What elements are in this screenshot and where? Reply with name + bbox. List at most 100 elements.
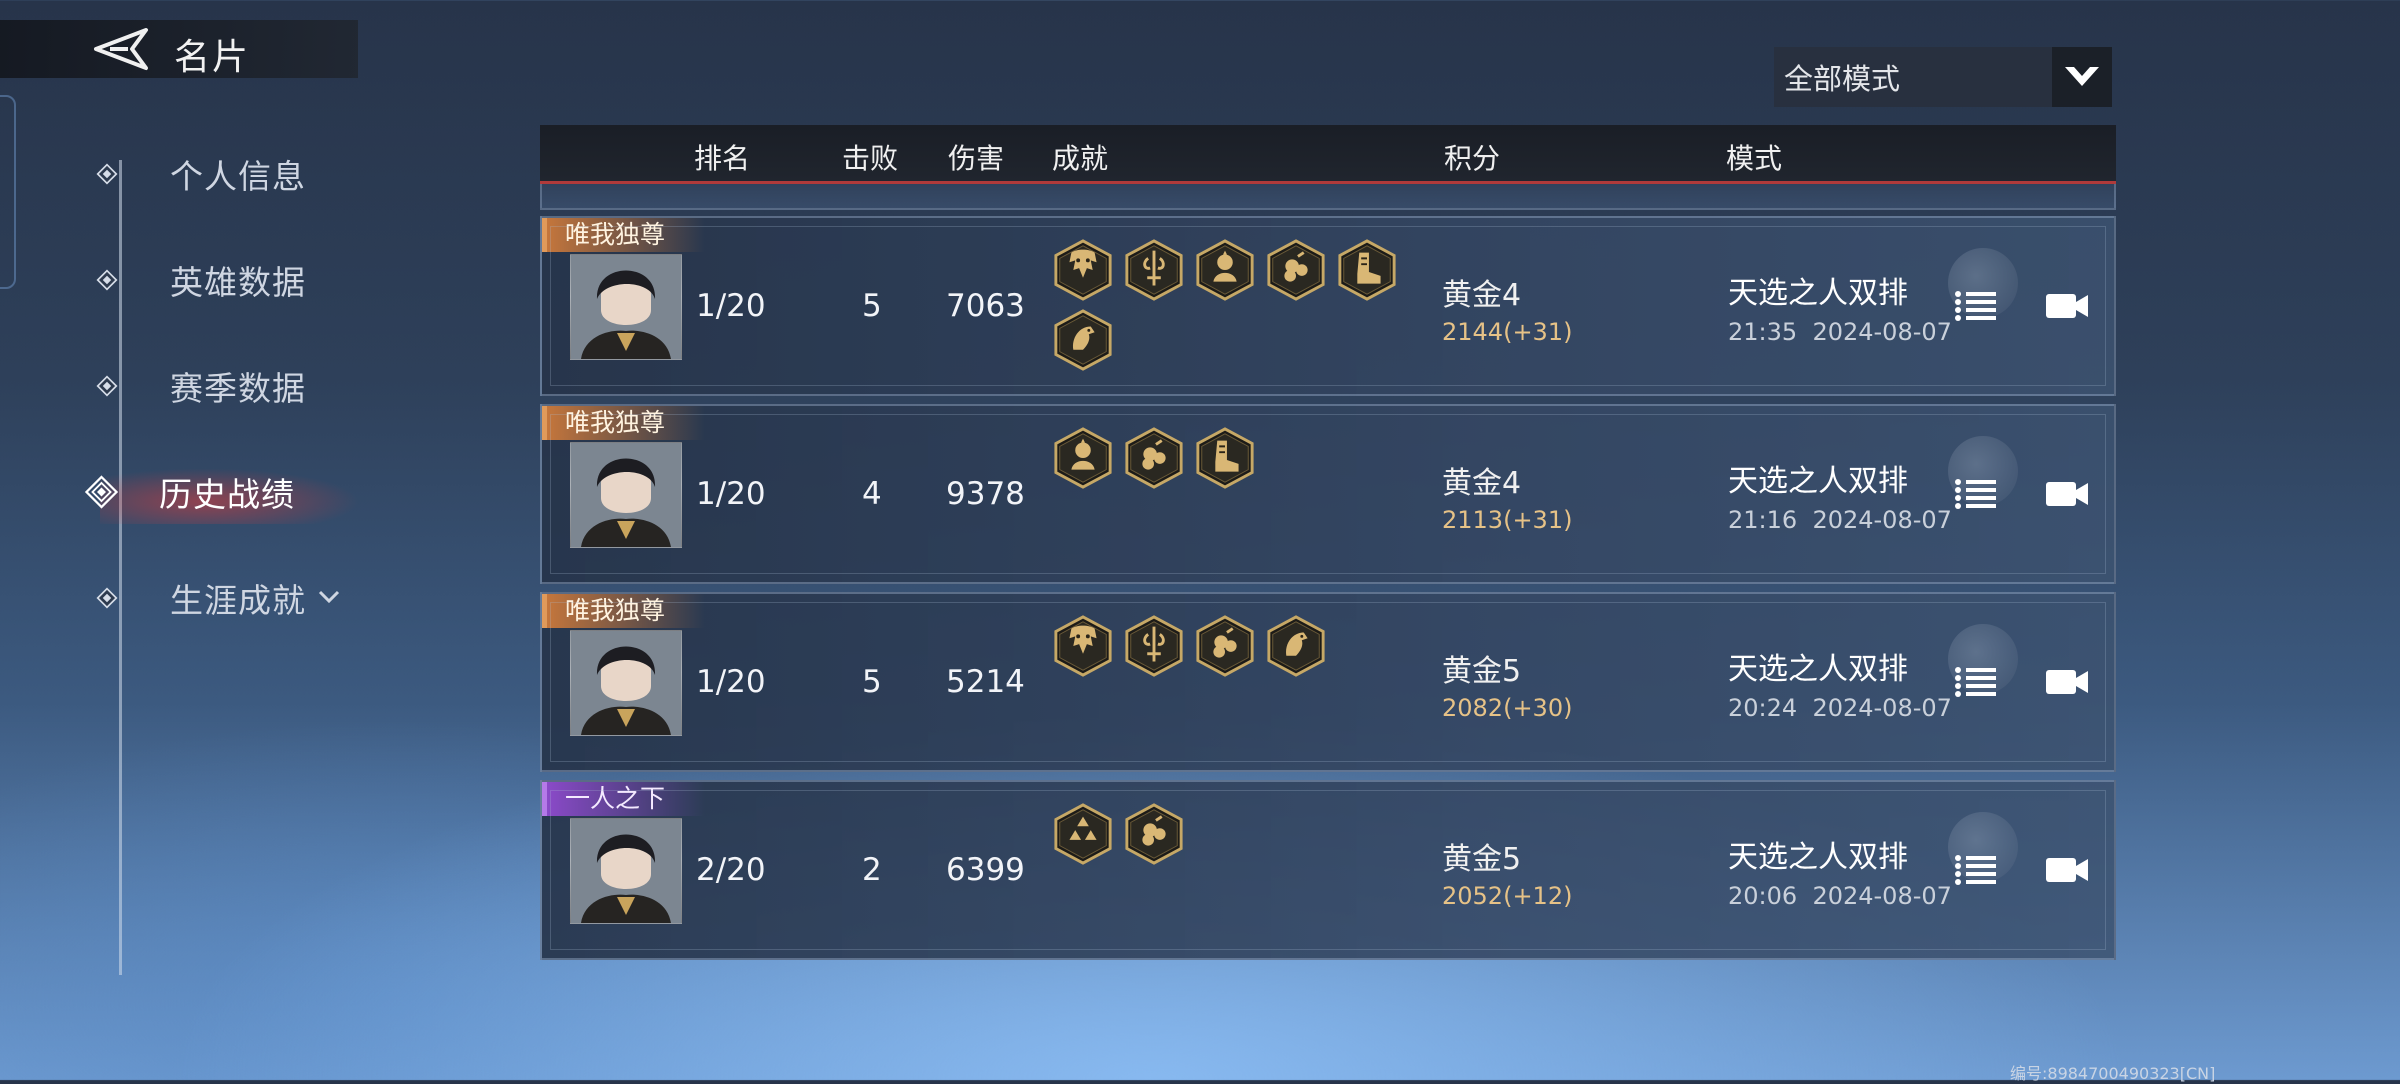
- replay-button[interactable]: [2046, 856, 2088, 884]
- kills-value: 5: [862, 664, 882, 700]
- sidebar-item-hero-stats[interactable]: 英雄数据: [96, 250, 306, 310]
- table-header: 排名 击败 伤害 成就 积分 模式: [540, 125, 2116, 184]
- diamond-icon: [96, 587, 118, 609]
- sidebar-item-label: 赛季数据: [170, 369, 306, 408]
- damage-value: 9378: [946, 476, 1025, 512]
- mode-value: 天选之人双排: [1728, 276, 1908, 311]
- sword-icon[interactable]: [1123, 614, 1185, 678]
- rank-value: 2/20: [696, 852, 766, 888]
- points-value: 2144(+31): [1442, 318, 1573, 346]
- column-score: 积分: [1444, 142, 1501, 175]
- horse-icon[interactable]: [1052, 308, 1114, 372]
- match-row[interactable]: 一人之下 2/20 2 6399 黄金5 2052(+12) 天选之人双排 20…: [540, 780, 2116, 960]
- column-damage: 伤害: [948, 142, 1005, 175]
- video-camera-icon: [2046, 294, 2088, 318]
- placement-tag: 唯我独尊: [542, 218, 706, 252]
- warrior-icon[interactable]: [1194, 238, 1256, 302]
- match-row[interactable]: 唯我独尊 1/20 5 7063 黄金4 2144(+31) 天选之人双排 21…: [540, 216, 2116, 396]
- triple-stone-icon[interactable]: [1052, 802, 1114, 866]
- match-time: 20:24: [1728, 694, 1798, 722]
- mode-filter-dropdown[interactable]: 全部模式: [1774, 47, 2112, 107]
- warrior-icon[interactable]: [1052, 426, 1114, 490]
- hero-avatar: [570, 818, 682, 924]
- page-title: 名片: [174, 37, 251, 78]
- back-arrow-icon: [94, 28, 148, 70]
- match-details-button[interactable]: [1954, 288, 1996, 324]
- rank-value: 1/20: [696, 288, 766, 324]
- diamond-icon: [96, 269, 118, 291]
- mode-value: 天选之人双排: [1728, 652, 1908, 687]
- damage-value: 5214: [946, 664, 1025, 700]
- chevron-down-icon[interactable]: [318, 589, 340, 608]
- list-icon: [1955, 667, 1996, 697]
- list-icon: [1955, 479, 1996, 509]
- achievement-list: [1052, 614, 1432, 684]
- cloud-icon[interactable]: [1123, 426, 1185, 490]
- sidebar-item-season-stats[interactable]: 赛季数据: [96, 356, 306, 416]
- damage-value: 6399: [946, 852, 1025, 888]
- match-row[interactable]: 唯我独尊 1/20 4 9378 黄金4 2113(+31) 天选之人双排 21…: [540, 404, 2116, 584]
- rank-value: 1/20: [696, 664, 766, 700]
- match-date: 2024-08-07: [1812, 506, 1952, 534]
- kills-value: 4: [862, 476, 882, 512]
- placement-tag: 唯我独尊: [542, 594, 706, 628]
- mode-value: 天选之人双排: [1728, 464, 1908, 499]
- list-icon: [1955, 291, 1996, 321]
- match-details-button[interactable]: [1954, 852, 1996, 888]
- dragon-head-icon[interactable]: [1052, 614, 1114, 678]
- damage-value: 7063: [946, 288, 1025, 324]
- points-value: 2113(+31): [1442, 506, 1573, 534]
- replay-button[interactable]: [2046, 668, 2088, 696]
- mode-value: 天选之人双排: [1728, 840, 1908, 875]
- match-datetime: 21:35 2024-08-07: [1728, 318, 1952, 346]
- match-time: 21:35: [1728, 318, 1798, 346]
- match-details-button[interactable]: [1954, 664, 1996, 700]
- sidebar-item-label: 生涯成就: [170, 581, 306, 620]
- cloud-icon[interactable]: [1265, 238, 1327, 302]
- hero-avatar: [570, 630, 682, 736]
- tier-value: 黄金4: [1442, 278, 1522, 313]
- match-row[interactable]: 唯我独尊 1/20 5 5214 黄金5 2082(+30) 天选之人双排 20…: [540, 592, 2116, 772]
- kills-value: 5: [862, 288, 882, 324]
- sidebar-item-career-achievements[interactable]: 生涯成就: [96, 568, 340, 628]
- hero-avatar: [570, 254, 682, 360]
- match-date: 2024-08-07: [1812, 318, 1952, 346]
- tier-value: 黄金4: [1442, 466, 1522, 501]
- match-time: 21:16: [1728, 506, 1798, 534]
- replay-button[interactable]: [2046, 480, 2088, 508]
- placement-tag: 唯我独尊: [542, 406, 706, 440]
- hero-avatar: [570, 442, 682, 548]
- match-date: 2024-08-07: [1812, 882, 1952, 910]
- dragon-head-icon[interactable]: [1052, 238, 1114, 302]
- sword-icon[interactable]: [1123, 238, 1185, 302]
- replay-button[interactable]: [2046, 292, 2088, 320]
- top-bar: 名片: [0, 20, 358, 78]
- kills-value: 2: [862, 852, 882, 888]
- match-details-button[interactable]: [1954, 476, 1996, 512]
- match-time: 20:06: [1728, 882, 1798, 910]
- edge-tab[interactable]: [0, 95, 16, 289]
- column-rank: 排名: [694, 142, 751, 175]
- match-datetime: 21:16 2024-08-07: [1728, 506, 1952, 534]
- cloud-icon[interactable]: [1194, 614, 1256, 678]
- tier-value: 黄金5: [1442, 842, 1522, 877]
- boot-icon[interactable]: [1336, 238, 1398, 302]
- back-button[interactable]: [88, 26, 150, 72]
- dropdown-toggle-button[interactable]: [2052, 47, 2112, 107]
- sidebar-item-profile[interactable]: 个人信息: [96, 144, 306, 204]
- column-kills: 击败: [842, 142, 899, 175]
- horse-icon[interactable]: [1265, 614, 1327, 678]
- column-achievements: 成就: [1052, 142, 1109, 175]
- rank-value: 1/20: [696, 476, 766, 512]
- sidebar-item-label: 英雄数据: [170, 263, 306, 302]
- chevron-down-icon: [2065, 67, 2099, 86]
- sidebar-item-match-history[interactable]: 历史战绩: [85, 462, 295, 522]
- sidebar-item-label: 个人信息: [170, 157, 306, 196]
- achievement-list: [1052, 426, 1432, 496]
- partial-row: [540, 184, 2116, 210]
- points-value: 2052(+12): [1442, 882, 1573, 910]
- video-camera-icon: [2046, 482, 2088, 506]
- cloud-icon[interactable]: [1123, 802, 1185, 866]
- achievement-list: [1052, 238, 1432, 378]
- boot-icon[interactable]: [1194, 426, 1256, 490]
